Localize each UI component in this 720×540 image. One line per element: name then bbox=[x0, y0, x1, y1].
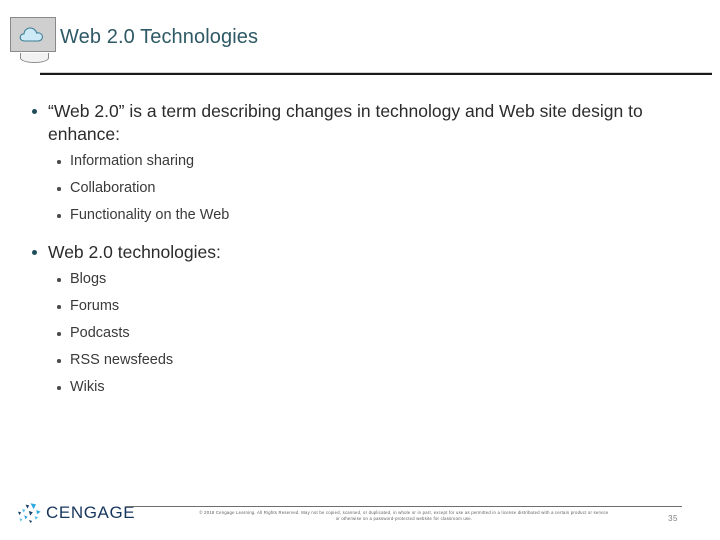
monitor-stand-shape bbox=[20, 53, 49, 63]
list-item: RSS newsfeeds bbox=[52, 347, 720, 374]
copyright-notice: © 2018 Cengage Learning. All Rights Rese… bbox=[126, 510, 682, 522]
title-divider bbox=[40, 72, 712, 75]
bullet-text: “Web 2.0” is a term describing changes i… bbox=[48, 101, 643, 144]
bullet-dot-icon bbox=[57, 160, 61, 164]
cengage-swirl-icon bbox=[16, 502, 42, 524]
bullet-text: Forums bbox=[70, 298, 120, 314]
slide-canvas: Web 2.0 Technologies “Web 2.0” is a term… bbox=[0, 0, 720, 540]
bullet-text: Collaboration bbox=[70, 180, 156, 196]
slide-footer: CENGAGE © 2018 Cengage Learning. All Rig… bbox=[0, 494, 720, 540]
list-item: Information sharing bbox=[52, 148, 720, 175]
list-item: Blogs bbox=[52, 266, 720, 293]
bullet-text: RSS newsfeeds bbox=[70, 352, 174, 368]
bullet-text: Functionality on the Web bbox=[70, 207, 230, 223]
cloud-monitor-icon bbox=[8, 17, 58, 64]
bullet-list-level2: Information sharing Collaboration Functi… bbox=[0, 148, 720, 229]
bullet-dot-icon bbox=[32, 109, 37, 114]
bullet-dot-icon bbox=[57, 359, 61, 363]
bullet-text: Wikis bbox=[70, 379, 105, 395]
bullet-dot-icon bbox=[57, 332, 61, 336]
cengage-logo-text: CENGAGE bbox=[46, 503, 136, 522]
list-item: Web 2.0 technologies: bbox=[26, 241, 696, 264]
bullet-list-level2: Blogs Forums Podcasts RSS newsfeeds Wiki… bbox=[0, 266, 720, 401]
page-number: 35 bbox=[668, 514, 678, 523]
bullet-dot-icon bbox=[57, 305, 61, 309]
bullet-list-level1: “Web 2.0” is a term describing changes i… bbox=[0, 100, 720, 401]
bullet-text: Podcasts bbox=[70, 325, 130, 341]
slide-header: Web 2.0 Technologies bbox=[0, 0, 720, 82]
slide-body: “Web 2.0” is a term describing changes i… bbox=[0, 100, 720, 401]
bullet-text: Information sharing bbox=[70, 153, 195, 169]
cloud-icon bbox=[19, 25, 47, 43]
bullet-dot-icon bbox=[57, 278, 61, 282]
list-item: Forums bbox=[52, 293, 720, 320]
bullet-text: Web 2.0 technologies: bbox=[48, 242, 221, 262]
footer-divider bbox=[126, 506, 682, 507]
cengage-logo: CENGAGE bbox=[16, 500, 135, 526]
list-item: Wikis bbox=[52, 374, 720, 401]
copyright-line-2: or otherwise on a password-protected web… bbox=[335, 516, 473, 521]
list-item: Collaboration bbox=[52, 175, 720, 202]
bullet-text: Blogs bbox=[70, 271, 107, 287]
bullet-dot-icon bbox=[32, 250, 37, 255]
bullet-dot-icon bbox=[57, 214, 61, 218]
bullet-dot-icon bbox=[57, 187, 61, 191]
list-item: “Web 2.0” is a term describing changes i… bbox=[26, 100, 696, 146]
copyright-line-1: © 2018 Cengage Learning. All Rights Rese… bbox=[199, 510, 609, 515]
bullet-dot-icon bbox=[57, 386, 61, 390]
list-item: Podcasts bbox=[52, 320, 720, 347]
list-item: Functionality on the Web bbox=[52, 202, 720, 229]
page-title: Web 2.0 Technologies bbox=[60, 26, 259, 48]
